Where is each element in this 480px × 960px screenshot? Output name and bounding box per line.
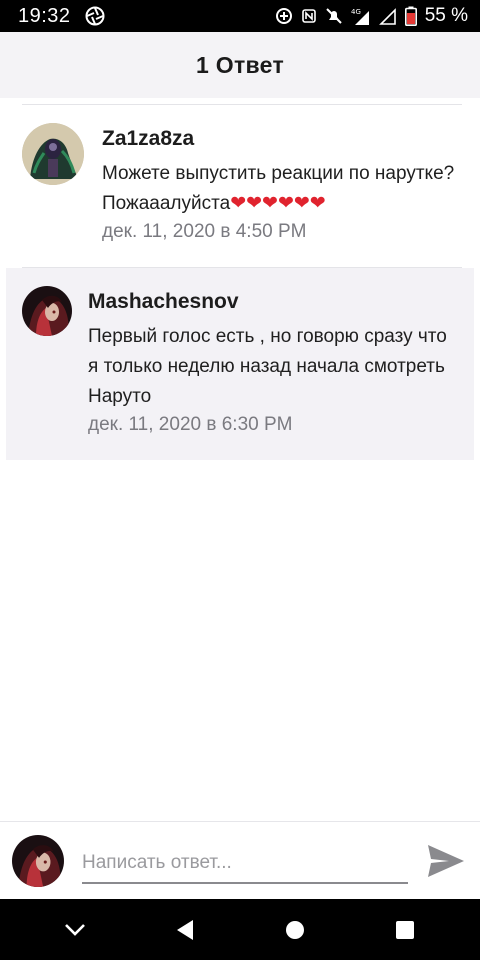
svg-text:4G: 4G: [351, 8, 361, 16]
system-nav-bar: [0, 899, 480, 960]
page-title: 1 Ответ: [195, 51, 285, 78]
camera-aperture-icon: [85, 6, 105, 26]
comment-list: Za1za8za Можете выпустить реакции по нар…: [0, 98, 480, 460]
comment-item[interactable]: Za1za8za Можете выпустить реакции по нар…: [0, 105, 480, 267]
chevron-down-icon: [65, 923, 85, 936]
nav-recents-button[interactable]: [381, 906, 429, 954]
avatar[interactable]: [22, 123, 84, 185]
nav-collapse-button[interactable]: [51, 906, 99, 954]
comment-username[interactable]: Mashachesnov: [88, 290, 458, 314]
data-saver-icon: [275, 7, 293, 25]
send-button[interactable]: [426, 841, 466, 881]
battery-icon: [404, 6, 417, 26]
heart-emoji-icon: ❤❤❤❤❤❤: [230, 193, 326, 214]
home-circle-icon: [286, 920, 304, 939]
header: 1 Ответ: [0, 32, 480, 98]
recents-square-icon: [396, 920, 414, 939]
comment-text: Первый голос есть , но говорю сразу что …: [88, 326, 447, 407]
reply-bar: [0, 821, 480, 899]
nav-back-button[interactable]: [161, 906, 209, 954]
signal-icon: [378, 7, 397, 25]
comment-username[interactable]: Za1za8za: [102, 127, 464, 151]
reply-input[interactable]: [82, 837, 409, 884]
status-time: 19:32: [18, 4, 71, 27]
send-icon: [428, 844, 465, 877]
comment-item[interactable]: Mashachesnov Первый голос есть , но гово…: [6, 268, 474, 460]
avatar[interactable]: [22, 286, 72, 336]
status-bar: 19:32 4G 55 %: [0, 0, 480, 32]
avatar: [12, 834, 64, 887]
back-triangle-icon: [177, 919, 193, 940]
nav-home-button[interactable]: [271, 906, 319, 954]
nfc-icon: [301, 8, 317, 24]
comment-text: Можете выпустить реакции по нарутке? Пож…: [102, 159, 464, 219]
comment-timestamp: дек. 11, 2020 в 6:30 PM: [88, 414, 293, 435]
comment-timestamp: дек. 11, 2020 в 4:50 PM: [102, 221, 307, 242]
signal-4g-icon: 4G: [351, 6, 371, 26]
mute-icon: [325, 7, 343, 25]
battery-percent: 55 %: [424, 5, 468, 26]
